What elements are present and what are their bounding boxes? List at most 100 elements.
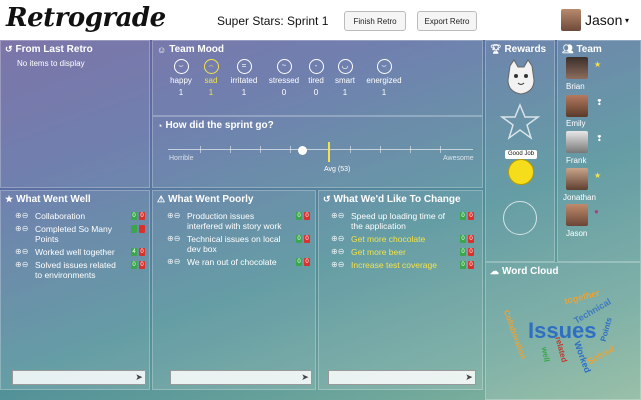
- vote-controls-icon[interactable]: ⊕⊖: [167, 234, 187, 254]
- mood-count: 1: [381, 88, 387, 97]
- item-text: Worked well together: [35, 247, 115, 257]
- vote-controls-icon[interactable]: ⊕⊖: [15, 247, 35, 257]
- user-name[interactable]: Jason: [585, 12, 622, 28]
- vote-controls-icon[interactable]: ⊕⊖: [15, 260, 35, 280]
- average-label: Avg (53): [324, 166, 351, 173]
- send-icon[interactable]: ➤: [133, 371, 145, 384]
- list-item[interactable]: ⊕⊖ Completed So Many Points: [15, 224, 123, 244]
- star-icon: ★: [594, 171, 602, 180]
- app-logo[interactable]: Retrograde: [6, 3, 166, 33]
- tired-face-icon: -: [308, 59, 324, 74]
- downvote-badge: 0: [139, 248, 145, 256]
- list-item[interactable]: ⊕⊖ Get more chocolate: [331, 234, 456, 244]
- upvote-badge: 0: [460, 212, 466, 220]
- vote-controls-icon[interactable]: ⊕⊖: [167, 211, 187, 231]
- send-icon[interactable]: ➤: [299, 371, 311, 384]
- list-item[interactable]: ⊕⊖ Increase test coverage: [331, 260, 456, 270]
- list-item[interactable]: ⊕⊖ Collaboration: [15, 211, 123, 221]
- item-text: Production issues interfered with story …: [187, 211, 282, 231]
- upvote-badge: 0: [296, 258, 302, 266]
- average-marker: [328, 142, 330, 162]
- good-job-sticker-icon[interactable]: Good Job: [505, 150, 537, 186]
- cloud-icon: ☁: [490, 266, 499, 276]
- downvote-badge: 0: [468, 235, 474, 243]
- vote-controls-icon[interactable]: ⊕⊖: [167, 257, 187, 267]
- list-item[interactable]: ⊕⊖ Get more beer: [331, 247, 456, 257]
- sprint-slider-track[interactable]: [168, 149, 473, 150]
- downvote-badge: 0: [468, 248, 474, 256]
- vote-controls-icon[interactable]: ⊕⊖: [331, 260, 351, 270]
- mood-smart[interactable]: ◡ smart 1: [327, 59, 363, 97]
- empty-message: No items to display: [17, 59, 85, 68]
- chevron-down-icon[interactable]: ▾: [625, 16, 629, 25]
- status-dot-icon: ●: [594, 207, 599, 216]
- list-item[interactable]: ⊕⊖ Worked well together: [15, 247, 123, 257]
- upvote-badge: 0: [131, 261, 137, 269]
- good-job-label: Good Job: [505, 150, 537, 159]
- cat-sticker-icon[interactable]: [504, 58, 538, 96]
- mood-energized[interactable]: ⌣ energized 1: [363, 59, 405, 97]
- avatar[interactable]: [566, 204, 588, 226]
- vote-controls-icon[interactable]: ⊕⊖: [331, 234, 351, 244]
- sad-face-icon: ⌢: [203, 59, 219, 74]
- downvote-badge: 0: [304, 212, 310, 220]
- item-text: Solved issues related to environments: [35, 260, 116, 280]
- list-item[interactable]: ⊕⊖ Production issues interfered with stor…: [167, 211, 285, 231]
- rewards-title: Rewards: [504, 44, 547, 55]
- slider-tick: [230, 146, 231, 153]
- finish-retro-button[interactable]: Finish Retro: [344, 11, 406, 31]
- vote-controls-icon[interactable]: ⊕⊖: [15, 224, 35, 244]
- top-bar: Retrograde Super Stars: Sprint 1 Finish …: [0, 0, 641, 40]
- slider-tick: [440, 146, 441, 153]
- avatar[interactable]: [566, 95, 588, 117]
- star-outline-icon[interactable]: [499, 102, 541, 142]
- upvote-badge: 0: [460, 235, 466, 243]
- slider-tick: [350, 146, 351, 153]
- item-text: Get more beer: [351, 247, 406, 257]
- user-avatar[interactable]: [561, 9, 581, 31]
- star-icon: ★: [594, 60, 602, 69]
- item-text: Get more chocolate: [351, 234, 426, 244]
- mood-stressed[interactable]: ~ stressed 0: [266, 59, 302, 97]
- vote-controls-icon[interactable]: ⊕⊖: [331, 247, 351, 257]
- downvote-badge: 0: [304, 258, 310, 266]
- star-icon: ★: [5, 194, 14, 204]
- went-well-input[interactable]: [12, 370, 146, 385]
- upvote-badge: 0: [296, 212, 302, 220]
- upvote-badge: [131, 225, 137, 233]
- upvote-badge: 0: [460, 261, 466, 269]
- slider-handle[interactable]: [298, 146, 307, 155]
- empty-reward-slot[interactable]: [503, 201, 537, 235]
- slider-tick: [260, 146, 261, 153]
- export-retro-button[interactable]: Export Retro: [417, 11, 477, 31]
- list-item[interactable]: ⊕⊖ We ran out of chocolate: [167, 257, 285, 267]
- alert-icon: ❢: [596, 134, 603, 143]
- mood-irritated[interactable]: = irritated 1: [226, 59, 262, 97]
- went-poorly-input[interactable]: [170, 370, 312, 385]
- mood-sad[interactable]: ⌢ sad 1: [193, 59, 229, 97]
- gauge-icon: ◔: [157, 120, 163, 131]
- item-text: Collaboration: [35, 211, 86, 221]
- change-input[interactable]: [328, 370, 476, 385]
- went-poorly-panel: ⚠ What Went Poorly ⊕⊖ Production issues in…: [152, 190, 316, 390]
- mood-label: smart: [335, 76, 355, 85]
- list-item[interactable]: ⊕⊖ Technical issues on local dev box: [167, 234, 285, 254]
- stressed-face-icon: ~: [276, 59, 292, 74]
- smart-face-icon: ◡: [337, 59, 353, 74]
- downvote-badge: 0: [468, 212, 474, 220]
- vote-controls-icon[interactable]: ⊕⊖: [331, 211, 351, 231]
- send-icon[interactable]: ➤: [463, 371, 475, 384]
- downvote-badge: 0: [304, 235, 310, 243]
- list-item[interactable]: ⊕⊖ Solved issues related to environments: [15, 260, 123, 280]
- mood-count: 1: [208, 88, 214, 97]
- avatar[interactable]: [566, 57, 588, 79]
- member-name: Brian: [566, 82, 585, 91]
- team-title: Team: [576, 44, 602, 55]
- member-name: Jonathan: [563, 193, 596, 202]
- vote-controls-icon[interactable]: ⊕⊖: [15, 211, 35, 221]
- list-item[interactable]: ⊕⊖ Speed up loading time of the applicati…: [331, 211, 456, 231]
- downvote-badge: 0: [468, 261, 474, 269]
- alert-icon: ❢: [596, 98, 603, 107]
- avatar[interactable]: [566, 131, 588, 153]
- avatar[interactable]: [566, 168, 588, 190]
